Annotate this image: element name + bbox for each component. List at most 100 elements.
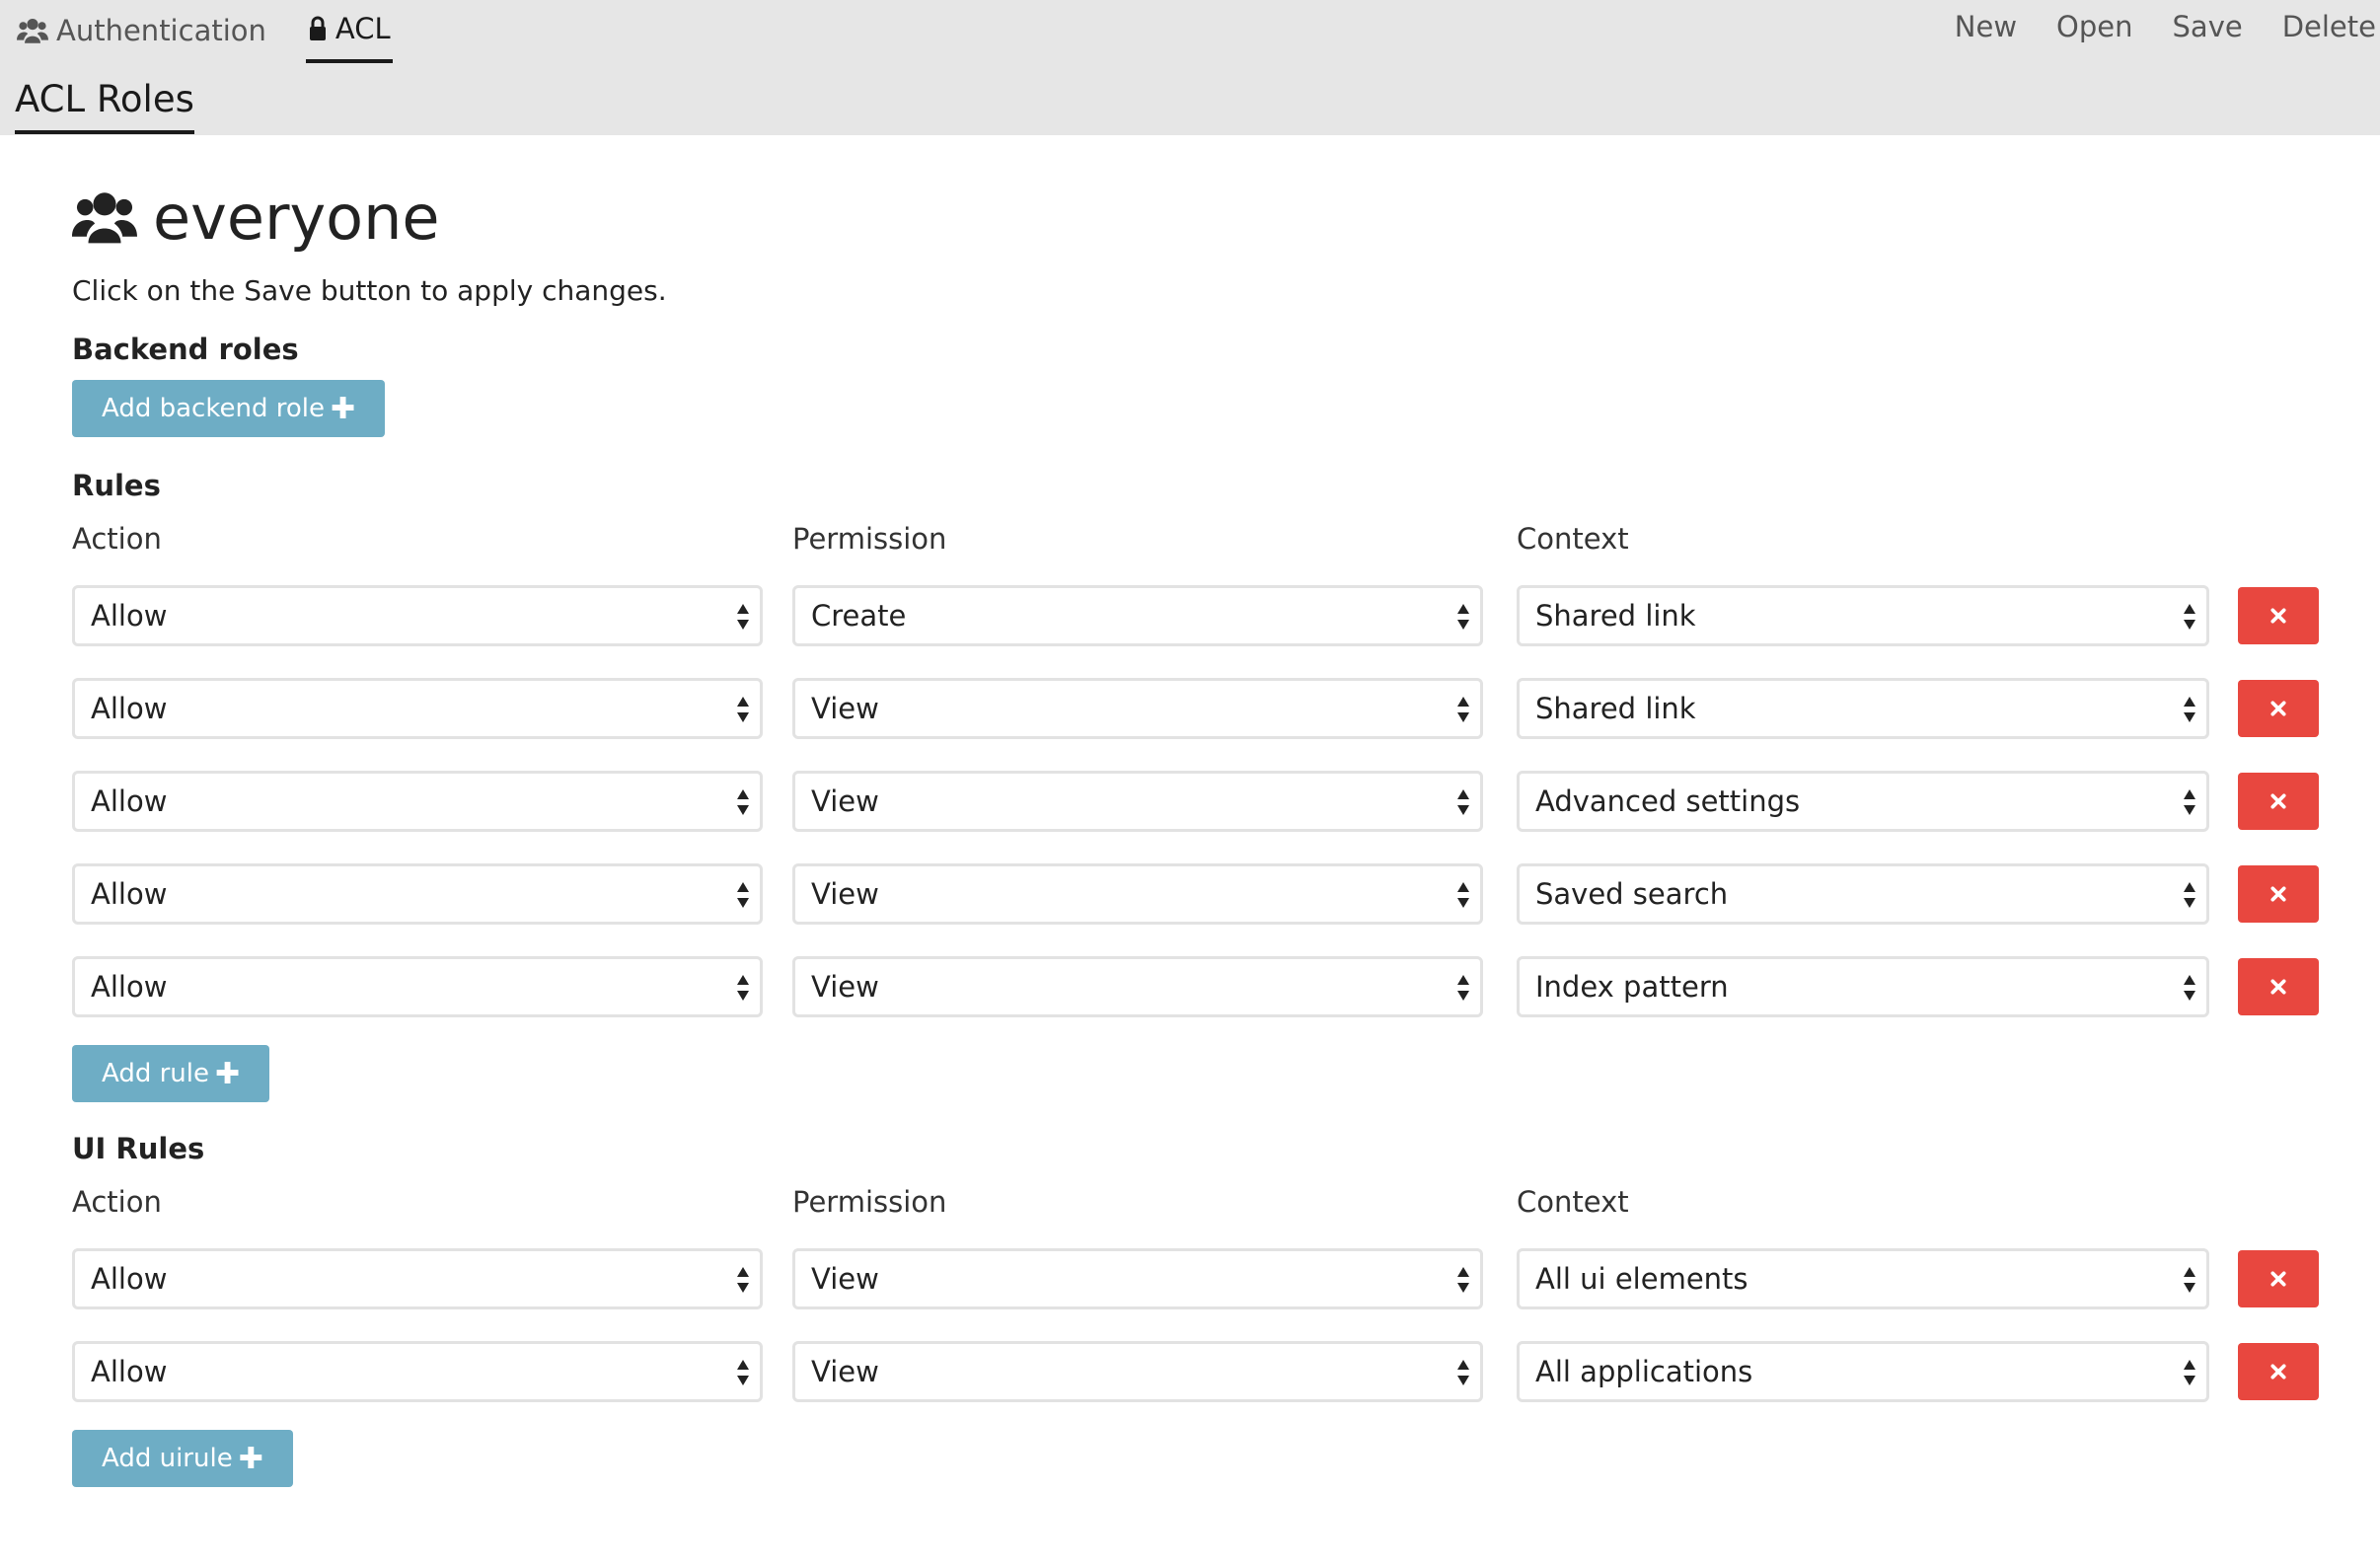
col-action: Action xyxy=(72,522,162,556)
delete-rule-button[interactable] xyxy=(2238,680,2319,737)
context-select[interactable]: Advanced settings xyxy=(1517,771,2209,832)
col-action: Action xyxy=(72,1185,162,1219)
context-select-value: All applications xyxy=(1535,1355,1753,1388)
close-icon xyxy=(2270,1364,2286,1380)
role-editor: everyone Click on the Save button to app… xyxy=(72,168,2322,1487)
context-select[interactable]: Shared link xyxy=(1517,678,2209,739)
close-icon xyxy=(2270,1271,2286,1287)
action-select-value: Allow xyxy=(91,970,168,1004)
select-arrows-icon xyxy=(736,1358,750,1387)
action-select-value: Allow xyxy=(91,877,168,911)
rule-row: Allow View All applications xyxy=(72,1341,2322,1434)
select-arrows-icon xyxy=(2183,973,2196,1003)
select-arrows-icon xyxy=(2183,1265,2196,1295)
add-uirule-label: Add uirule xyxy=(102,1444,233,1473)
permission-select-value: View xyxy=(811,784,879,818)
close-icon xyxy=(2270,701,2286,716)
action-select[interactable]: Allow xyxy=(72,771,763,832)
close-icon xyxy=(2270,793,2286,809)
close-icon xyxy=(2270,979,2286,995)
select-arrows-icon xyxy=(1456,880,1470,910)
select-arrows-icon xyxy=(1456,973,1470,1003)
select-arrows-icon xyxy=(2183,1358,2196,1387)
rule-row: Allow View All ui elements xyxy=(72,1248,2322,1341)
action-select[interactable]: Allow xyxy=(72,678,763,739)
context-select[interactable]: All ui elements xyxy=(1517,1248,2209,1309)
action-select[interactable]: Allow xyxy=(72,863,763,925)
action-select[interactable]: Allow xyxy=(72,956,763,1017)
permission-select[interactable]: View xyxy=(792,863,1483,925)
context-select[interactable]: Index pattern xyxy=(1517,956,2209,1017)
permission-select-value: View xyxy=(811,970,879,1004)
tab-authentication[interactable]: Authentication xyxy=(15,8,268,53)
select-arrows-icon xyxy=(2183,695,2196,724)
action-select[interactable]: Allow xyxy=(72,1341,763,1402)
action-select-value: Allow xyxy=(91,1355,168,1388)
delete-rule-button[interactable] xyxy=(2238,958,2319,1015)
context-select[interactable]: Shared link xyxy=(1517,585,2209,646)
permission-select[interactable]: View xyxy=(792,1341,1483,1402)
rule-row: Allow View Advanced settings xyxy=(72,771,2322,863)
rules-column-headers: Action Permission Context xyxy=(72,522,2322,571)
context-select[interactable]: Saved search xyxy=(1517,863,2209,925)
close-icon xyxy=(2270,886,2286,902)
permission-select-value: View xyxy=(811,1262,879,1296)
col-context: Context xyxy=(1517,522,1629,556)
select-arrows-icon xyxy=(736,880,750,910)
permission-select[interactable]: View xyxy=(792,771,1483,832)
col-permission: Permission xyxy=(792,522,947,556)
context-select-value: All ui elements xyxy=(1535,1262,1748,1296)
delete-rule-button[interactable] xyxy=(2238,865,2319,923)
delete-rule-button[interactable] xyxy=(2238,1343,2319,1400)
action-select-value: Allow xyxy=(91,784,168,818)
delete-rule-button[interactable] xyxy=(2238,587,2319,644)
delete-rule-button[interactable] xyxy=(2238,773,2319,830)
permission-select-value: Create xyxy=(811,599,907,633)
users-icon xyxy=(17,18,48,43)
ui-rules-list: Allow View All ui elements Allow View All app… xyxy=(72,1248,2322,1434)
permission-select[interactable]: View xyxy=(792,1248,1483,1309)
select-arrows-icon xyxy=(736,695,750,724)
add-uirule-button[interactable]: Add uirule ✚ xyxy=(72,1430,293,1487)
add-backend-role-label: Add backend role xyxy=(102,394,325,423)
add-backend-role-button[interactable]: Add backend role ✚ xyxy=(72,380,386,437)
app-nav: Authentication ACL xyxy=(15,8,430,63)
tab-acl[interactable]: ACL xyxy=(305,8,393,63)
add-rule-button[interactable]: Add rule ✚ xyxy=(72,1045,270,1102)
context-select-value: Index pattern xyxy=(1535,970,1729,1004)
save-button[interactable]: Save xyxy=(2173,10,2243,43)
page-tab-acl-roles[interactable]: ACL Roles xyxy=(15,77,194,134)
rules-list: Allow Create Shared link Allow View Shared li… xyxy=(72,585,2322,1049)
select-arrows-icon xyxy=(1456,787,1470,817)
role-name: everyone xyxy=(153,181,440,254)
context-select-value: Shared link xyxy=(1535,599,1696,633)
rule-row: Allow View Saved search xyxy=(72,863,2322,956)
close-icon xyxy=(2270,608,2286,624)
select-arrows-icon xyxy=(1456,695,1470,724)
select-arrows-icon xyxy=(1456,602,1470,632)
action-select[interactable]: Allow xyxy=(72,1248,763,1309)
context-select-value: Advanced settings xyxy=(1535,784,1801,818)
delete-rule-button[interactable] xyxy=(2238,1250,2319,1307)
plus-icon: ✚ xyxy=(330,391,356,426)
ui-rules-title: UI Rules xyxy=(72,1132,205,1165)
permission-select-value: View xyxy=(811,877,879,911)
context-select[interactable]: All applications xyxy=(1517,1341,2209,1402)
col-context: Context xyxy=(1517,1185,1629,1219)
new-button[interactable]: New xyxy=(1955,10,2017,43)
tab-acl-label: ACL xyxy=(335,12,391,45)
role-header: everyone xyxy=(72,168,2322,266)
open-button[interactable]: Open xyxy=(2056,10,2132,43)
top-bar: Authentication ACL New Open Save Delete … xyxy=(0,0,2380,135)
col-permission: Permission xyxy=(792,1185,947,1219)
ui-rules-column-headers: Action Permission Context xyxy=(72,1185,2322,1234)
rules-title: Rules xyxy=(72,469,161,502)
rule-row: Allow Create Shared link xyxy=(72,585,2322,678)
permission-select[interactable]: Create xyxy=(792,585,1483,646)
top-actions: New Open Save Delete xyxy=(1955,10,2380,43)
action-select[interactable]: Allow xyxy=(72,585,763,646)
permission-select[interactable]: View xyxy=(792,678,1483,739)
context-select-value: Shared link xyxy=(1535,692,1696,725)
delete-button[interactable]: Delete xyxy=(2282,10,2376,43)
permission-select[interactable]: View xyxy=(792,956,1483,1017)
